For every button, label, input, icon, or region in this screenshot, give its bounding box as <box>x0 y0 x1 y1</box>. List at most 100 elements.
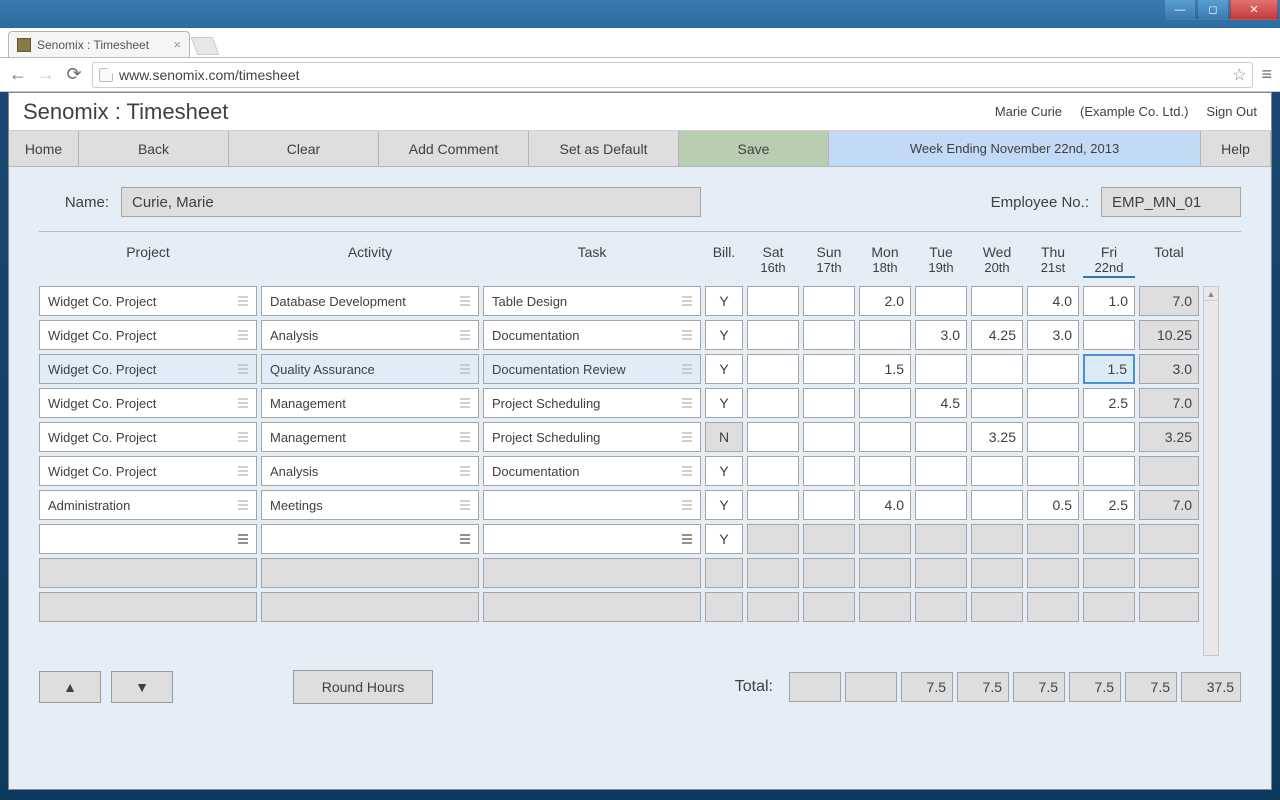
hours-cell[interactable] <box>1083 456 1135 486</box>
bill-cell[interactable]: Y <box>705 320 743 350</box>
hours-cell[interactable]: 4.0 <box>859 490 911 520</box>
activity-picker[interactable]: Management <box>261 422 479 452</box>
project-picker[interactable]: Widget Co. Project <box>39 354 257 384</box>
bill-cell[interactable] <box>705 592 743 622</box>
project-picker[interactable] <box>39 524 257 554</box>
hours-cell[interactable]: 1.5 <box>859 354 911 384</box>
hours-cell[interactable] <box>1027 524 1079 554</box>
hours-cell[interactable] <box>915 286 967 316</box>
task-picker[interactable] <box>483 592 701 622</box>
list-picker-icon[interactable] <box>458 294 474 308</box>
row-up-button[interactable]: ▲ <box>39 671 101 703</box>
save-button[interactable]: Save <box>679 131 829 166</box>
hours-cell[interactable] <box>747 558 799 588</box>
hours-cell[interactable] <box>859 456 911 486</box>
hours-cell[interactable] <box>747 354 799 384</box>
clear-button[interactable]: Clear <box>229 131 379 166</box>
bill-cell[interactable]: Y <box>705 490 743 520</box>
list-picker-icon[interactable] <box>236 498 252 512</box>
hours-cell[interactable] <box>1083 422 1135 452</box>
scrollbar[interactable]: ▲ <box>1203 286 1219 656</box>
hours-cell[interactable] <box>1027 388 1079 418</box>
bill-cell[interactable]: Y <box>705 456 743 486</box>
hours-cell[interactable] <box>859 592 911 622</box>
list-picker-icon[interactable] <box>680 328 696 342</box>
hours-cell[interactable] <box>1027 422 1079 452</box>
activity-picker[interactable]: Meetings <box>261 490 479 520</box>
hours-cell[interactable] <box>971 592 1023 622</box>
list-picker-icon[interactable] <box>680 294 696 308</box>
list-picker-icon[interactable] <box>680 362 696 376</box>
hours-cell[interactable] <box>803 592 855 622</box>
sign-out-link[interactable]: Sign Out <box>1206 104 1257 119</box>
hours-cell[interactable] <box>915 422 967 452</box>
project-picker[interactable]: Widget Co. Project <box>39 456 257 486</box>
row-down-button[interactable]: ▼ <box>111 671 173 703</box>
hours-cell[interactable] <box>859 320 911 350</box>
browser-menu-icon[interactable]: ≡ <box>1261 64 1272 85</box>
hours-cell[interactable] <box>747 286 799 316</box>
maximize-button[interactable]: ◻ <box>1197 0 1229 20</box>
hours-cell[interactable] <box>1027 558 1079 588</box>
hours-cell[interactable] <box>1027 592 1079 622</box>
list-picker-icon[interactable] <box>236 430 252 444</box>
hours-cell[interactable] <box>803 422 855 452</box>
bill-cell[interactable]: Y <box>705 286 743 316</box>
hours-cell[interactable] <box>915 524 967 554</box>
hours-cell[interactable] <box>971 558 1023 588</box>
hours-cell[interactable] <box>915 558 967 588</box>
hours-cell[interactable] <box>803 456 855 486</box>
hours-cell[interactable] <box>747 320 799 350</box>
hours-cell[interactable] <box>915 354 967 384</box>
list-picker-icon[interactable] <box>680 430 696 444</box>
list-picker-icon[interactable] <box>458 396 474 410</box>
hours-cell[interactable] <box>1083 558 1135 588</box>
hours-cell[interactable]: 4.25 <box>971 320 1023 350</box>
hours-cell[interactable] <box>803 354 855 384</box>
hours-cell[interactable]: 3.0 <box>1027 320 1079 350</box>
list-picker-icon[interactable] <box>236 362 252 376</box>
activity-picker[interactable] <box>261 524 479 554</box>
hours-cell[interactable]: 0.5 <box>1027 490 1079 520</box>
set-default-button[interactable]: Set as Default <box>529 131 679 166</box>
back-icon[interactable]: ← <box>8 64 28 85</box>
hours-cell[interactable] <box>915 592 967 622</box>
activity-picker[interactable]: Database Development <box>261 286 479 316</box>
hours-cell[interactable] <box>971 286 1023 316</box>
hours-cell[interactable] <box>803 558 855 588</box>
list-picker-icon[interactable] <box>458 532 474 546</box>
round-hours-button[interactable]: Round Hours <box>293 670 433 704</box>
task-picker[interactable]: Documentation <box>483 456 701 486</box>
hours-cell[interactable] <box>859 388 911 418</box>
hours-cell[interactable] <box>747 456 799 486</box>
list-picker-icon[interactable] <box>458 464 474 478</box>
home-button[interactable]: Home <box>9 131 79 166</box>
hours-cell[interactable] <box>803 286 855 316</box>
hours-cell[interactable] <box>915 490 967 520</box>
task-picker[interactable] <box>483 558 701 588</box>
activity-picker[interactable]: Management <box>261 388 479 418</box>
list-picker-icon[interactable] <box>236 294 252 308</box>
hours-cell[interactable] <box>1083 592 1135 622</box>
project-picker[interactable]: Widget Co. Project <box>39 286 257 316</box>
task-picker[interactable]: Project Scheduling <box>483 388 701 418</box>
project-picker[interactable] <box>39 558 257 588</box>
activity-picker[interactable] <box>261 558 479 588</box>
back-button[interactable]: Back <box>79 131 229 166</box>
hours-cell[interactable] <box>915 456 967 486</box>
hours-cell[interactable]: 1.5 <box>1083 354 1135 384</box>
list-picker-icon[interactable] <box>680 498 696 512</box>
activity-picker[interactable]: Analysis <box>261 456 479 486</box>
bill-cell[interactable]: Y <box>705 354 743 384</box>
hours-cell[interactable] <box>747 524 799 554</box>
bookmark-star-icon[interactable]: ☆ <box>1232 65 1246 85</box>
new-tab-button[interactable] <box>191 37 220 55</box>
bill-cell[interactable]: Y <box>705 388 743 418</box>
activity-picker[interactable] <box>261 592 479 622</box>
hours-cell[interactable]: 1.0 <box>1083 286 1135 316</box>
hours-cell[interactable] <box>971 354 1023 384</box>
reload-icon[interactable]: ⟳ <box>64 64 84 85</box>
hours-cell[interactable] <box>1083 320 1135 350</box>
bill-cell[interactable]: Y <box>705 524 743 554</box>
add-comment-button[interactable]: Add Comment <box>379 131 529 166</box>
